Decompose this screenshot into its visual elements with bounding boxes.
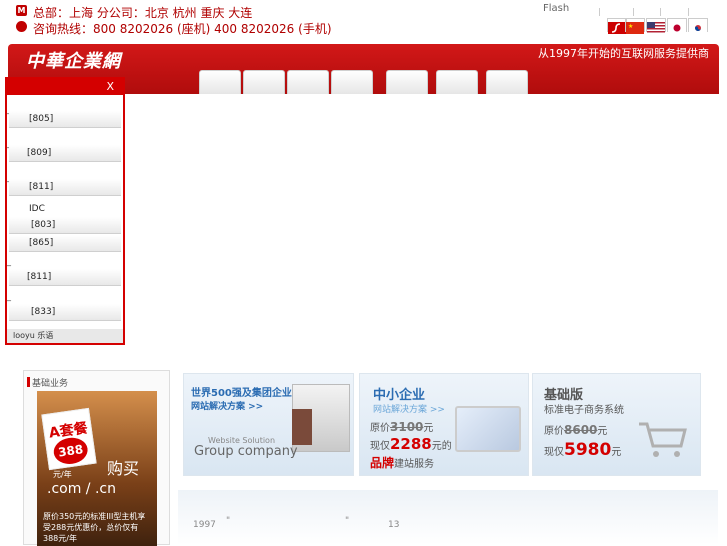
service-code: [811] xyxy=(27,272,52,282)
buy-label: 购买 xyxy=(107,459,140,478)
years-count: 13 xyxy=(388,520,400,530)
price-unit: 元 xyxy=(611,447,622,458)
quote-open: " xyxy=(226,516,231,526)
item-band xyxy=(9,111,121,128)
ecommerce-banner[interactable]: 基础版 标准电子商务系统 原价8600元 现仅5980元 xyxy=(532,373,701,476)
item-band xyxy=(9,179,121,196)
service-code: [809] xyxy=(27,148,52,158)
domain-label: .com / .cn xyxy=(47,481,116,497)
intro-strip xyxy=(178,490,718,545)
section-title: 基础业务 xyxy=(26,376,68,389)
promo-description: 原价350元的标准III型主机享受288元优惠价，总价仅有388元/年 xyxy=(43,512,146,543)
hq-icon: M xyxy=(16,5,27,16)
divider xyxy=(599,8,600,16)
current-price: 现仅2288元的 xyxy=(370,435,452,453)
banner-subtitle: 网站解决方案 >> xyxy=(191,402,264,412)
shopping-cart-icon xyxy=(637,420,687,464)
price-value: 5980 xyxy=(564,440,612,460)
price-unit: 元的 xyxy=(431,441,452,452)
site-slogan: 从1997年开始的互联网服务提供商 xyxy=(538,47,709,60)
item-band xyxy=(9,235,121,252)
banner-subtitle: 网站解决方案 >> xyxy=(373,405,445,415)
founding-year: 1997 xyxy=(193,520,216,530)
original-price: 原价8600元 xyxy=(544,422,607,437)
site-logo[interactable]: 中華企業網 xyxy=(26,47,121,73)
service-code: [865] xyxy=(29,238,54,248)
package-promo[interactable]: A套餐 388 元/年 购买 .com / .cn 原价350元的标准III型主… xyxy=(37,391,157,546)
divider xyxy=(633,8,634,16)
item-band xyxy=(9,304,121,321)
price-value: 2288 xyxy=(390,435,432,453)
original-price: 原价3100元 xyxy=(370,419,433,434)
price-tag: A套餐 388 xyxy=(41,407,97,471)
group-company-banner[interactable]: 世界500强及集团企业 网站解决方案 >> Website Solution G… xyxy=(183,373,354,476)
close-icon[interactable]: X xyxy=(106,80,114,93)
service-code: [805] xyxy=(29,114,54,124)
popup-header: X xyxy=(7,79,123,95)
preview-figure xyxy=(292,409,312,445)
popup-footer-brand: looyu 乐语 xyxy=(7,329,123,343)
brand-label: 品牌 xyxy=(370,456,395,470)
nav-tab-3[interactable] xyxy=(287,70,329,94)
banner-subtitle: 标准电子商务系统 xyxy=(544,405,624,416)
japan-flag-icon[interactable] xyxy=(667,18,687,34)
package-unit: 元/年 xyxy=(53,470,72,479)
brand-tail: 建站服务 xyxy=(394,459,435,470)
phone-icon xyxy=(16,21,27,32)
china-flag-icon[interactable]: ★ xyxy=(625,18,645,34)
current-price: 现仅5980元 xyxy=(544,440,621,460)
item-band xyxy=(9,217,121,234)
nav-tab-6[interactable] xyxy=(436,70,478,94)
banner-title: 世界500强及集团企业 xyxy=(191,388,292,399)
nav-tab-1[interactable] xyxy=(199,70,241,94)
nav-tab-7[interactable] xyxy=(486,70,528,94)
bullet: _ xyxy=(7,257,11,266)
flash-label: Flash xyxy=(543,3,570,14)
price-unit: 元 xyxy=(597,426,608,437)
price-value: 8600 xyxy=(564,423,598,437)
hotline-line: 咨询热线：800 8202026 (座机) 400 8202026 (手机) xyxy=(33,22,332,36)
usa-flag-icon[interactable] xyxy=(646,18,666,34)
price-label: 现仅 xyxy=(544,447,564,458)
item-band xyxy=(9,269,121,286)
price-label: 现仅 xyxy=(370,441,390,452)
service-popup: X _ [805] _ [809] _ [811] IDC [803] [865… xyxy=(5,77,125,345)
price-unit: 元 xyxy=(423,423,434,434)
banner-en-big: Group company xyxy=(194,444,298,459)
svg-text:★: ★ xyxy=(628,23,633,30)
nav-tab-2[interactable] xyxy=(243,70,285,94)
divider xyxy=(688,8,689,16)
quote-close: " xyxy=(345,516,350,526)
service-code: [803] xyxy=(31,220,56,230)
price-value: 3100 xyxy=(390,420,424,434)
basic-service-box: 基础业务 A套餐 388 元/年 购买 .com / .cn 原价350元的标准… xyxy=(23,370,170,546)
bullet: _ xyxy=(7,292,11,301)
price-label: 原价 xyxy=(370,423,390,434)
sme-banner[interactable]: 中小企业 网站解决方案 >> 原价3100元 现仅2288元的 品牌建站服务 xyxy=(359,373,529,476)
service-code: [833] xyxy=(31,307,56,317)
nav-tab-5[interactable] xyxy=(386,70,428,94)
item-band xyxy=(9,145,121,162)
nav-tab-4[interactable] xyxy=(331,70,373,94)
service-code: [811] xyxy=(29,182,54,192)
brand-service: 品牌建站服务 xyxy=(370,454,434,471)
laptop-image xyxy=(455,406,521,452)
banner-title: 中小企业 xyxy=(373,388,426,403)
korea-flag-icon[interactable] xyxy=(688,18,708,34)
hq-line: 总部：上海 分公司：北京 杭州 重庆 大连 xyxy=(33,6,253,20)
divider xyxy=(660,8,661,16)
flash-icon[interactable] xyxy=(607,18,627,34)
price-label: 原价 xyxy=(544,426,564,437)
